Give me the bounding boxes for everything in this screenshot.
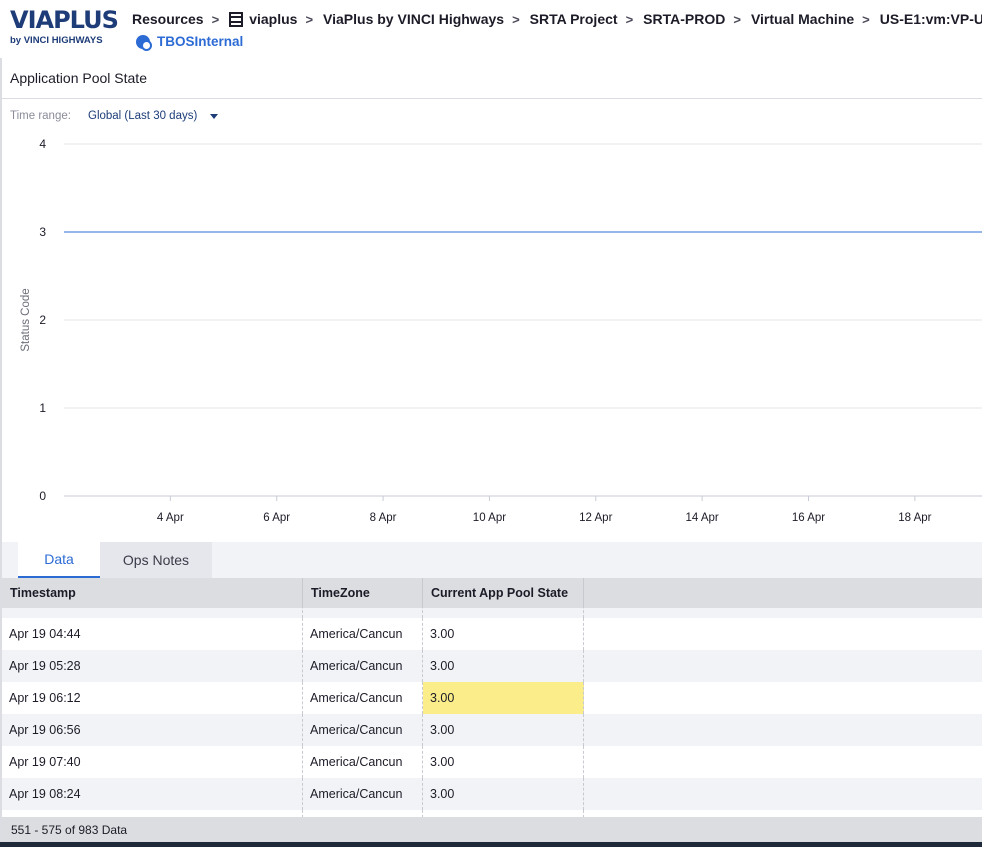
cell-app-pool-state: 3.00	[423, 618, 584, 650]
column-header-app-pool-state[interactable]: Current App Pool State	[423, 578, 584, 608]
x-tick-label: 4 Apr	[157, 512, 184, 524]
cell-timestamp: Apr 19 08:24	[2, 778, 303, 810]
cell-timestamp: Apr 19 07:40	[2, 746, 303, 778]
table-row[interactable]: Apr 19 08:24 America/Cancun 3.00	[2, 778, 982, 810]
chevron-right-icon: >	[211, 11, 220, 27]
tab-data[interactable]: Data	[18, 542, 100, 578]
table-row[interactable]: Apr 19 06:12 America/Cancun 3.00	[2, 682, 982, 714]
breadcrumb-virtual-machine[interactable]: Virtual Machine	[751, 11, 854, 27]
caret-down-icon	[210, 113, 219, 119]
panel-title: Application Pool State	[10, 70, 147, 86]
cell-timezone: America/Cancun	[303, 746, 423, 778]
x-tick-label: 6 Apr	[263, 512, 290, 524]
y-tick-label: 4	[39, 137, 46, 151]
chevron-right-icon: >	[512, 11, 520, 27]
table-row[interactable]: Apr 19 07:40 America/Cancun 3.00	[2, 746, 982, 778]
logo-text-via: VIA	[10, 6, 54, 34]
chevron-right-icon: >	[862, 11, 870, 27]
y-axis-label: Status Code	[20, 288, 32, 351]
resource-group-icon	[229, 11, 244, 27]
table-row[interactable]	[2, 608, 982, 618]
breadcrumb-viaplus[interactable]: viaplus	[229, 11, 297, 27]
table-body[interactable]: Apr 19 04:44 America/Cancun 3.00 Apr 19 …	[0, 608, 982, 817]
x-tick-label: 18 Apr	[898, 512, 931, 524]
y-tick-label: 2	[39, 313, 46, 327]
divider	[2, 98, 982, 99]
time-range-dropdown[interactable]: Global (Last 30 days)	[88, 110, 219, 122]
time-range-label: Time range:	[10, 110, 71, 122]
x-tick-label: 10 Apr	[473, 512, 506, 524]
graph-panel: Application Pool State Time range: Globa…	[0, 58, 982, 542]
cell-app-pool-state: 3.00	[423, 746, 584, 778]
y-tick-label: 1	[39, 401, 46, 415]
breadcrumb-resources[interactable]: Resources	[132, 11, 204, 27]
x-tick-label: 14 Apr	[686, 512, 719, 524]
viaplus-logo[interactable]: VIAPLUS by VINCI HIGHWAYS	[10, 8, 120, 46]
cell-timezone: America/Cancun	[303, 714, 423, 746]
cell-timezone: America/Cancun	[303, 682, 423, 714]
tab-ops-notes[interactable]: Ops Notes	[100, 542, 212, 578]
breadcrumb: Resources > viaplus > ViaPlus by VINCI H…	[132, 9, 982, 29]
x-tick-label: 16 Apr	[792, 512, 825, 524]
cell-timestamp: Apr 19 05:28	[2, 650, 303, 682]
tab-bar: Data Ops Notes	[0, 542, 982, 578]
cell-app-pool-state: 3.00	[423, 650, 584, 682]
table-header: Timestamp TimeZone Current App Pool Stat…	[0, 578, 982, 608]
x-tick-label: 12 Apr	[579, 512, 612, 524]
cell-app-pool-state-highlighted: 3.00	[423, 682, 584, 714]
pagination-status: 551 - 575 of 983 Data	[0, 817, 982, 842]
table-row[interactable]: Apr 19 04:44 America/Cancun 3.00	[2, 618, 982, 650]
table-row[interactable]: Apr 19 05:28 America/Cancun 3.00	[2, 650, 982, 682]
logo-subtitle: by VINCI HIGHWAYS	[10, 35, 103, 46]
app-header: VIAPLUS by VINCI HIGHWAYS Resources > vi…	[0, 0, 982, 58]
cell-timezone: America/Cancun	[303, 650, 423, 682]
cell-timezone: America/Cancun	[303, 778, 423, 810]
tenant-label: TBOSInternal	[157, 34, 244, 49]
y-tick-label: 0	[39, 489, 46, 503]
column-header-timezone[interactable]: TimeZone	[303, 578, 423, 608]
cell-timestamp: Apr 19 06:12	[2, 682, 303, 714]
chevron-right-icon: >	[733, 11, 741, 27]
breadcrumb-srta-project[interactable]: SRTA Project	[530, 11, 618, 27]
bottom-bar	[0, 842, 982, 847]
chevron-right-icon: >	[625, 11, 634, 27]
column-header-timestamp[interactable]: Timestamp	[2, 578, 303, 608]
x-tick-label: 8 Apr	[370, 512, 397, 524]
cell-app-pool-state: 3.00	[423, 714, 584, 746]
y-tick-label: 3	[39, 225, 46, 239]
breadcrumb-vm-instance[interactable]: US-E1:vm:VP-US-S	[880, 11, 982, 27]
status-code-line-chart[interactable]: 0 1 2 3 4 Status Code 4 Apr 6 Apr 8 Apr 10 Apr 12 …	[2, 128, 982, 528]
tenant-switcher[interactable]: TBOSInternal	[136, 34, 244, 51]
breadcrumb-viaplus-vinci[interactable]: ViaPlus by VINCI Highways	[323, 11, 504, 27]
cell-timestamp: Apr 19 06:56	[2, 714, 303, 746]
tenant-icon	[136, 34, 152, 51]
cell-timestamp: Apr 19 04:44	[2, 618, 303, 650]
breadcrumb-srta-prod[interactable]: SRTA-PROD	[643, 11, 725, 27]
cell-timezone: America/Cancun	[303, 618, 423, 650]
table-row[interactable]	[2, 810, 982, 817]
cell-app-pool-state: 3.00	[423, 778, 584, 810]
chevron-right-icon: >	[305, 11, 314, 27]
logo-text-plus: PLUS	[53, 6, 119, 34]
table-row[interactable]: Apr 19 06:56 America/Cancun 3.00	[2, 714, 982, 746]
